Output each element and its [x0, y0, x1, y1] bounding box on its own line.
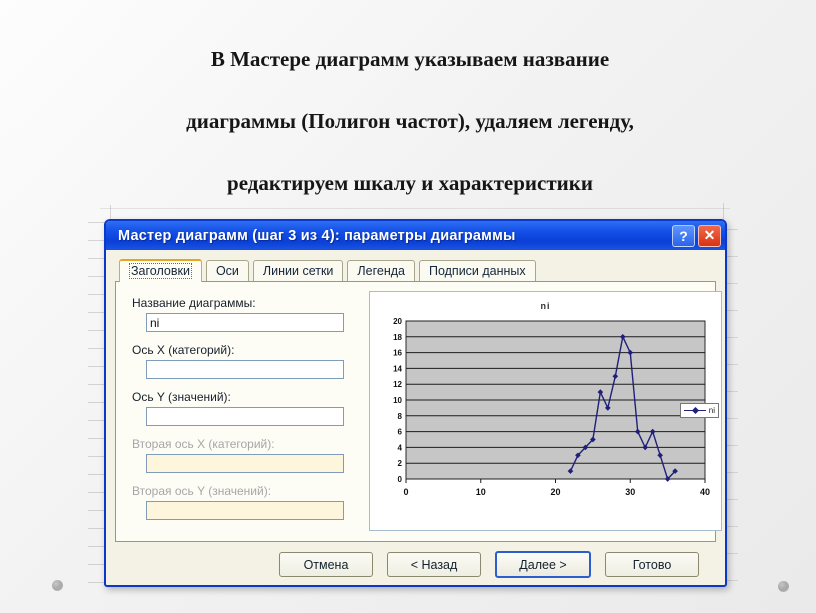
svg-text:30: 30: [625, 487, 635, 497]
secondary-x-axis-input: [146, 454, 344, 473]
tab-osi[interactable]: Оси: [205, 260, 249, 282]
tab-podpisi-dannyh[interactable]: Подписи данных: [418, 260, 536, 282]
next-button[interactable]: Далее >: [495, 551, 591, 578]
dialog-button-row: Отмена < Назад Далее > Готово: [115, 542, 716, 578]
cancel-button[interactable]: Отмена: [279, 552, 373, 577]
heading-line-1: В Мастере диаграмм указываем название: [210, 47, 610, 71]
chart-plot-wrapper: 0 2 4 6 8 10 12 14 16 18 20 0 10 20 30 40 ni: [370, 315, 721, 505]
tab-linii-setki[interactable]: Линии сетки: [252, 260, 344, 282]
dialog-titlebar[interactable]: Мастер диаграмм (шаг 3 из 4): параметры …: [106, 221, 725, 250]
page-title: В Мастере диаграмм указываем название ди…: [60, 28, 760, 214]
svg-text:0: 0: [403, 487, 408, 497]
chart-title-label: Название диаграммы:: [132, 296, 256, 310]
help-icon[interactable]: ?: [672, 224, 695, 247]
decorative-dot-right: [778, 581, 789, 592]
y-axis-label: Ось Y (значений):: [132, 390, 231, 404]
chart-wizard-dialog: Мастер диаграмм (шаг 3 из 4): параметры …: [104, 219, 727, 587]
tab-legenda[interactable]: Легенда: [347, 260, 415, 282]
svg-text:10: 10: [393, 396, 402, 405]
back-button[interactable]: < Назад: [387, 552, 481, 577]
dialog-footer-divider: [115, 586, 716, 587]
tab-page-zagolovki: Название диаграммы: Ось X (категорий): О…: [115, 281, 722, 542]
tab-zagolovki[interactable]: Заголовки: [119, 259, 202, 282]
svg-text:12: 12: [393, 380, 402, 389]
svg-text:20: 20: [550, 487, 560, 497]
svg-text:16: 16: [393, 349, 402, 358]
svg-text:10: 10: [476, 487, 486, 497]
finish-button[interactable]: Готово: [605, 552, 699, 577]
y-axis-input[interactable]: [146, 407, 344, 426]
close-icon[interactable]: ✕: [698, 224, 721, 247]
svg-text:6: 6: [398, 428, 403, 437]
heading-line-2: диаграммы (Полигон частот), удаляем леге…: [186, 109, 634, 133]
legend-entry-label: ni: [708, 406, 715, 415]
heading-line-3: редактируем шкалу и характеристики: [227, 171, 593, 195]
frequency-polygon-chart: 0 2 4 6 8 10 12 14 16 18 20 0 10 20 30 40: [393, 317, 710, 497]
svg-text:4: 4: [398, 443, 403, 452]
chart-title-text: ni: [540, 301, 551, 311]
titles-form: Название диаграммы: Ось X (категорий): О…: [116, 282, 362, 541]
chart-preview-panel: ni 0 2 4 6 8 10 12 14 16 18 20 0 10 20 30 40 ni: [369, 291, 722, 531]
x-axis-input[interactable]: [146, 360, 344, 379]
svg-text:14: 14: [393, 364, 402, 373]
svg-text:40: 40: [700, 487, 710, 497]
dialog-title: Мастер диаграмм (шаг 3 из 4): параметры …: [118, 227, 516, 244]
legend-marker-icon: [683, 410, 706, 411]
svg-text:18: 18: [393, 333, 402, 342]
decorative-dot-left: [52, 580, 63, 591]
chart-legend: ni: [679, 403, 719, 418]
x-axis-label: Ось X (категорий):: [132, 343, 235, 357]
svg-text:8: 8: [398, 412, 403, 421]
svg-text:20: 20: [393, 317, 402, 326]
chart-title-input[interactable]: [146, 313, 344, 332]
secondary-y-axis-label: Вторая ось Y (значений):: [132, 484, 272, 498]
tab-label: Заголовки: [129, 263, 192, 279]
tab-strip: Заголовки Оси Линии сетки Легенда Подпис…: [115, 258, 716, 282]
dialog-body: Заголовки Оси Линии сетки Легенда Подпис…: [106, 250, 725, 587]
secondary-y-axis-input: [146, 501, 344, 520]
svg-text:0: 0: [398, 475, 403, 484]
secondary-x-axis-label: Вторая ось X (категорий):: [132, 437, 275, 451]
svg-text:2: 2: [398, 459, 403, 468]
